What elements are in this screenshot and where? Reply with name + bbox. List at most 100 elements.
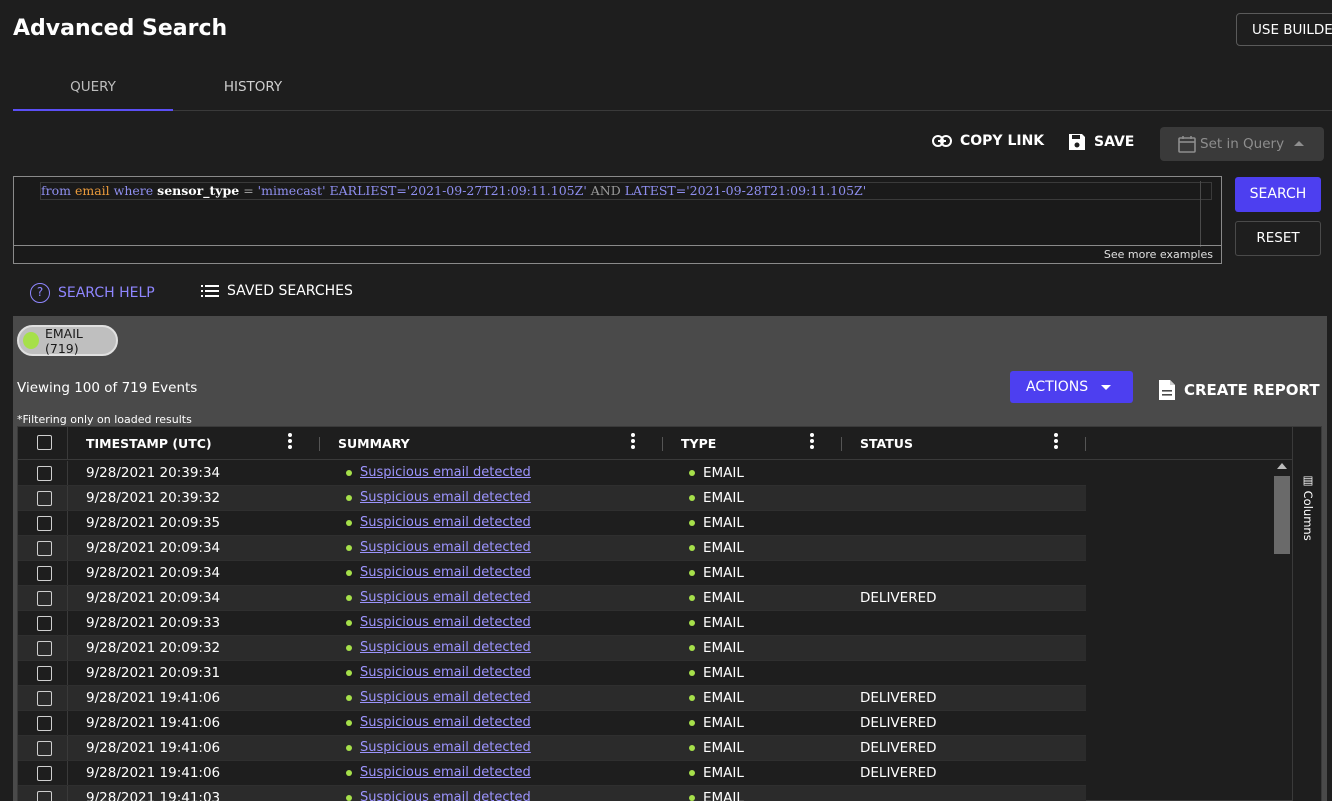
summary-link[interactable]: Suspicious email detected <box>360 565 531 580</box>
row-checkbox[interactable] <box>37 616 52 631</box>
search-help-button[interactable]: ? SEARCH HELP <box>30 283 155 303</box>
kebab-menu-icon[interactable] <box>288 433 292 451</box>
scroll-thumb[interactable] <box>1274 476 1290 554</box>
table-row[interactable]: 9/28/2021 19:41:06 Suspicious email detec… <box>18 736 1086 761</box>
row-checkbox[interactable] <box>37 766 52 781</box>
row-divider <box>67 611 68 635</box>
row-timestamp: 9/28/2021 20:09:31 <box>86 665 221 681</box>
table-row[interactable]: 9/28/2021 20:09:35 Suspicious email detec… <box>18 511 1086 536</box>
header-type[interactable]: TYPE <box>681 427 716 460</box>
table-row[interactable]: 9/28/2021 20:09:34 Suspicious email detec… <box>18 561 1086 586</box>
header-status[interactable]: STATUS <box>860 427 913 460</box>
summary-link[interactable]: Suspicious email detected <box>360 715 531 730</box>
copy-link-button[interactable]: COPY LINK <box>932 133 1044 149</box>
columns-panel-toggle[interactable]: ▤ Columns <box>1292 427 1321 801</box>
table-row[interactable]: 9/28/2021 20:39:32 Suspicious email detec… <box>18 486 1086 511</box>
row-checkbox[interactable] <box>37 591 52 606</box>
summary-link[interactable]: Suspicious email detected <box>360 540 531 555</box>
list-icon <box>201 285 219 297</box>
select-all-checkbox[interactable] <box>37 435 52 450</box>
set-in-query-button[interactable]: Set in Query <box>1160 127 1324 161</box>
scroll-up-arrow[interactable] <box>1277 463 1287 469</box>
query-editor[interactable]: from email where sensor_type = 'mimecast… <box>13 176 1222 264</box>
save-button[interactable]: SAVE <box>1068 133 1134 151</box>
column-resize-handle[interactable] <box>319 437 320 451</box>
row-checkbox[interactable] <box>37 516 52 531</box>
row-checkbox[interactable] <box>37 691 52 706</box>
row-summary: Suspicious email detected <box>346 715 531 730</box>
use-builder-button[interactable]: USE BUILDER <box>1236 13 1332 46</box>
row-checkbox[interactable] <box>37 566 52 581</box>
status-dot-icon <box>689 520 695 526</box>
column-resize-handle[interactable] <box>1085 437 1086 451</box>
caret-up-icon <box>1294 141 1305 146</box>
see-more-examples-link[interactable]: See more examples <box>14 245 1221 263</box>
table-row[interactable]: 9/28/2021 20:09:31 Suspicious email detec… <box>18 661 1086 686</box>
table-scrollbar[interactable] <box>1274 460 1290 801</box>
row-divider <box>67 461 68 485</box>
tab-query[interactable]: QUERY <box>13 74 173 111</box>
link-icon <box>932 135 952 147</box>
row-checkbox[interactable] <box>37 716 52 731</box>
header-timestamp[interactable]: TIMESTAMP (UTC) <box>86 427 212 460</box>
table-row[interactable]: 9/28/2021 20:39:34 Suspicious email detec… <box>18 461 1086 486</box>
header-summary[interactable]: SUMMARY <box>338 427 410 460</box>
row-timestamp: 9/28/2021 20:09:34 <box>86 565 221 581</box>
search-button[interactable]: SEARCH <box>1235 177 1321 212</box>
filtering-note: *Filtering only on loaded results <box>17 413 192 426</box>
table-row[interactable]: 9/28/2021 20:09:32 Suspicious email detec… <box>18 636 1086 661</box>
page-title: Advanced Search <box>13 16 228 41</box>
summary-link[interactable]: Suspicious email detected <box>360 790 531 801</box>
query-text[interactable]: from email where sensor_type = 'mimecast… <box>40 182 1212 200</box>
column-resize-handle[interactable] <box>662 437 663 451</box>
row-checkbox[interactable] <box>37 541 52 556</box>
header-divider <box>67 427 68 459</box>
summary-link[interactable]: Suspicious email detected <box>360 665 531 680</box>
tab-history[interactable]: HISTORY <box>173 74 333 111</box>
summary-link[interactable]: Suspicious email detected <box>360 615 531 630</box>
summary-link[interactable]: Suspicious email detected <box>360 515 531 530</box>
table-row[interactable]: 9/28/2021 19:41:06 Suspicious email detec… <box>18 686 1086 711</box>
summary-link[interactable]: Suspicious email detected <box>360 690 531 705</box>
column-resize-handle[interactable] <box>841 437 842 451</box>
status-dot-icon <box>689 770 695 776</box>
summary-link[interactable]: Suspicious email detected <box>360 490 531 505</box>
row-type-label: EMAIL <box>703 565 744 581</box>
create-report-button[interactable]: CREATE REPORT <box>1158 379 1320 401</box>
row-timestamp: 9/28/2021 20:09:32 <box>86 640 221 656</box>
summary-link[interactable]: Suspicious email detected <box>360 740 531 755</box>
saved-searches-button[interactable]: SAVED SEARCHES <box>201 283 353 299</box>
query-scrollbar[interactable] <box>1200 181 1212 247</box>
row-checkbox[interactable] <box>37 666 52 681</box>
kebab-menu-icon[interactable] <box>1054 433 1058 451</box>
kebab-menu-icon[interactable] <box>631 433 635 451</box>
table-row[interactable]: 9/28/2021 19:41:03 Suspicious email detec… <box>18 786 1086 801</box>
table-row[interactable]: 9/28/2021 20:09:34 Suspicious email detec… <box>18 586 1086 611</box>
row-status: DELIVERED <box>860 715 937 731</box>
email-filter-chip[interactable]: EMAIL (719) <box>17 325 118 356</box>
reset-button[interactable]: RESET <box>1235 221 1321 256</box>
actions-button[interactable]: ACTIONS <box>1010 371 1133 403</box>
row-checkbox[interactable] <box>37 491 52 506</box>
summary-link[interactable]: Suspicious email detected <box>360 590 531 605</box>
summary-link[interactable]: Suspicious email detected <box>360 765 531 780</box>
table-row[interactable]: 9/28/2021 20:09:34 Suspicious email detec… <box>18 536 1086 561</box>
kebab-menu-icon[interactable] <box>810 433 814 451</box>
table-row[interactable]: 9/28/2021 20:09:33 Suspicious email detec… <box>18 611 1086 636</box>
row-checkbox[interactable] <box>37 791 52 801</box>
status-dot-icon <box>346 669 352 676</box>
summary-link[interactable]: Suspicious email detected <box>360 640 531 655</box>
row-divider <box>67 561 68 585</box>
saved-searches-label: SAVED SEARCHES <box>227 283 353 299</box>
row-timestamp: 9/28/2021 20:09:33 <box>86 615 221 631</box>
query-operator: = <box>243 183 254 198</box>
row-timestamp: 9/28/2021 20:09:34 <box>86 590 221 606</box>
row-checkbox[interactable] <box>37 641 52 656</box>
table-header: TIMESTAMP (UTC) SUMMARY TYPE STATUS <box>18 427 1292 460</box>
table-row[interactable]: 9/28/2021 19:41:06 Suspicious email detec… <box>18 761 1086 786</box>
table-row[interactable]: 9/28/2021 19:41:06 Suspicious email detec… <box>18 711 1086 736</box>
row-type-label: EMAIL <box>703 590 744 606</box>
row-checkbox[interactable] <box>37 741 52 756</box>
row-checkbox[interactable] <box>37 466 52 481</box>
summary-link[interactable]: Suspicious email detected <box>360 465 531 480</box>
